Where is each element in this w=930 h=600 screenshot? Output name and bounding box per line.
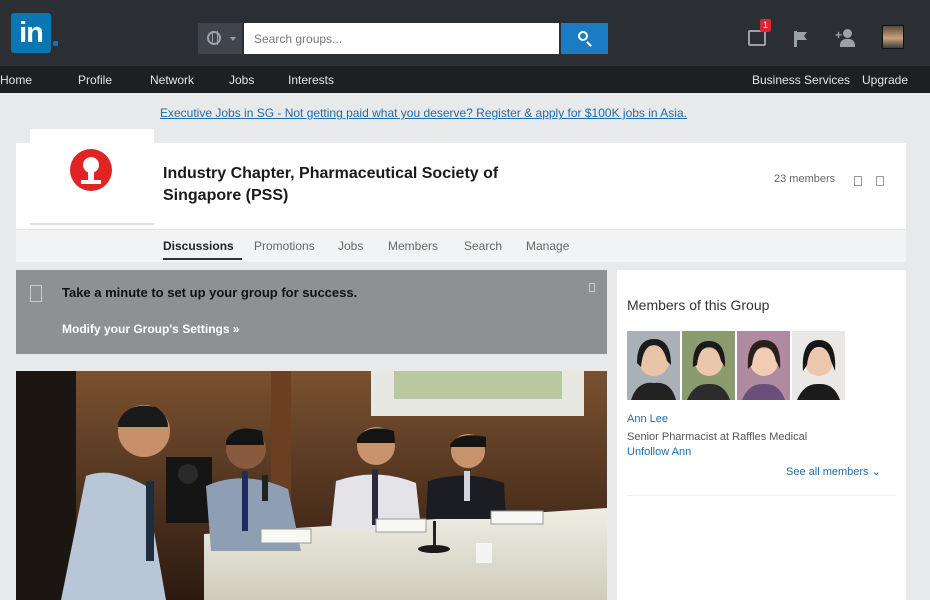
search-icon [578, 31, 588, 41]
globe-icon [207, 31, 221, 45]
setup-banner: Take a minute to set up your group for s… [16, 270, 607, 354]
nav-jobs[interactable]: Jobs [229, 73, 254, 87]
nav-business-services[interactable]: Business Services [752, 73, 850, 87]
group-logo[interactable] [70, 149, 112, 191]
flag-cloth [797, 32, 807, 40]
messages-icon[interactable] [748, 30, 766, 46]
person-head [843, 29, 852, 38]
nav-network[interactable]: Network [150, 73, 194, 87]
chevron-down-icon [230, 37, 236, 41]
member-photo [792, 331, 845, 400]
search-button[interactable] [561, 23, 608, 54]
setup-title: Take a minute to set up your group for s… [62, 285, 358, 300]
tab-search[interactable]: Search [464, 239, 502, 253]
document-icon [30, 285, 42, 302]
unfollow-link[interactable]: Unfollow Ann [627, 446, 691, 458]
members-count[interactable]: 23 members [774, 173, 835, 185]
group-logo-frame [30, 129, 154, 225]
close-icon[interactable] [589, 283, 595, 292]
group-settings-icon[interactable] [876, 176, 884, 186]
message-count-badge: 1 [760, 19, 771, 32]
members-sidebar: Members of this Group Ann Lee Senior Pha… [617, 270, 906, 600]
flag-icon[interactable] [794, 31, 808, 47]
main-nav: Home Profile Network Jobs Interests Busi… [0, 66, 930, 93]
group-cover-photo [16, 371, 607, 600]
modify-settings-link[interactable]: Modify your Group's Settings » [62, 322, 240, 336]
sidebar-divider [627, 495, 896, 496]
nav-interests[interactable]: Interests [288, 73, 334, 87]
linkedin-logo[interactable]: in [11, 13, 51, 53]
profile-avatar[interactable] [882, 25, 904, 49]
group-title: Industry Chapter, Pharmaceutical Society… [163, 165, 499, 204]
plus-icon: + [835, 28, 843, 42]
member-photo [682, 331, 735, 400]
tab-members[interactable]: Members [388, 239, 438, 253]
top-bar: in 1 + [0, 0, 930, 66]
nav-upgrade[interactable]: Upgrade [862, 73, 908, 87]
group-tabs-bar [16, 229, 906, 262]
logo-dot [53, 41, 58, 46]
active-tab-indicator [163, 258, 242, 260]
member-avatar[interactable] [792, 331, 845, 400]
member-role: Senior Pharmacist at Raffles Medical [627, 431, 808, 443]
see-all-members-link[interactable]: See all members ⌄ [786, 465, 881, 478]
group-action-icon[interactable] [854, 176, 862, 186]
member-avatar[interactable] [737, 331, 790, 400]
members-section-title: Members of this Group [627, 297, 770, 313]
group-header: Industry Chapter, Pharmaceutical Society… [16, 129, 906, 262]
member-photo [627, 331, 680, 400]
flag-pole [794, 31, 797, 47]
tab-jobs[interactable]: Jobs [338, 239, 363, 253]
logo-emblem-base [81, 180, 101, 184]
nav-profile[interactable]: Profile [78, 73, 112, 87]
member-name-link[interactable]: Ann Lee [627, 413, 668, 425]
add-connection-icon[interactable]: + [835, 28, 855, 48]
search-category-dropdown[interactable] [198, 23, 242, 54]
tab-discussions[interactable]: Discussions [163, 239, 234, 253]
tab-manage[interactable]: Manage [526, 239, 569, 253]
member-avatar[interactable] [682, 331, 735, 400]
cover-photo-image [16, 371, 607, 600]
nav-home[interactable]: Home [0, 73, 32, 87]
tab-promotions[interactable]: Promotions [254, 239, 315, 253]
search-input[interactable] [244, 23, 559, 54]
person-body [840, 39, 855, 47]
ad-link[interactable]: Executive Jobs in SG - Not getting paid … [160, 106, 687, 120]
member-avatar[interactable] [627, 331, 680, 400]
member-photo [737, 331, 790, 400]
